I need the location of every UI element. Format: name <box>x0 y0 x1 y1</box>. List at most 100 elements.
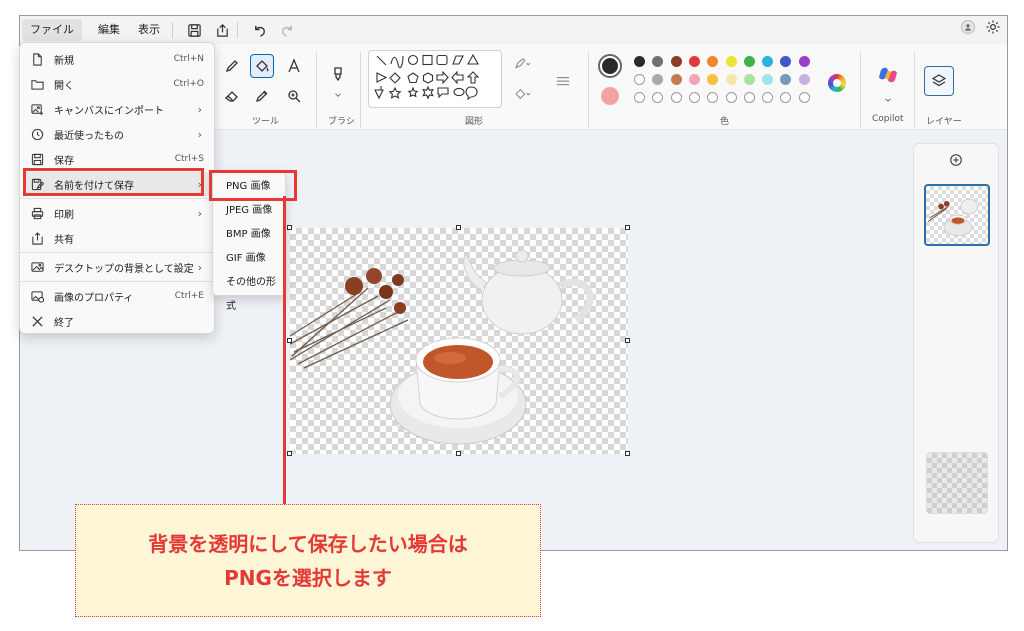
image-properties-icon <box>30 289 44 303</box>
fill-bucket-tool-icon[interactable] <box>250 54 274 78</box>
color-swatch[interactable] <box>670 56 682 67</box>
layers-button[interactable] <box>924 66 954 96</box>
file-menu-label: 印刷 <box>54 209 74 221</box>
color-swatch[interactable] <box>725 74 737 85</box>
custom-color-slot[interactable] <box>707 92 719 103</box>
color-swatch[interactable] <box>798 74 810 85</box>
secondary-color[interactable] <box>601 87 619 105</box>
file-menu-import[interactable]: キャンバスにインポート › <box>24 97 212 121</box>
custom-color-slot[interactable] <box>725 92 737 103</box>
custom-color-slot[interactable] <box>688 92 700 103</box>
color-swatch[interactable] <box>798 56 810 67</box>
custom-color-slot[interactable] <box>743 92 755 103</box>
file-menu-share[interactable]: 共有 <box>24 226 212 250</box>
color-swatch[interactable] <box>652 74 664 85</box>
quick-save-icon[interactable] <box>183 19 205 41</box>
file-menu-new[interactable]: 新規 Ctrl+N <box>24 47 212 71</box>
primary-color[interactable] <box>598 54 622 78</box>
color-swatch[interactable] <box>743 74 755 85</box>
resize-handle[interactable] <box>625 451 630 456</box>
copilot-icon[interactable] <box>877 64 899 86</box>
color-swatch[interactable] <box>688 74 700 85</box>
custom-color-slot[interactable] <box>670 92 682 103</box>
resize-handle[interactable] <box>456 451 461 456</box>
color-swatch[interactable] <box>762 74 774 85</box>
resize-handle[interactable] <box>625 225 630 230</box>
resize-handle[interactable] <box>625 338 630 343</box>
pencil-tool-icon[interactable] <box>220 54 244 78</box>
custom-color-slot[interactable] <box>652 92 664 103</box>
color-swatch[interactable] <box>652 56 664 67</box>
annotation-arrow-line <box>283 196 286 511</box>
menu-view[interactable]: 表示 <box>130 19 168 41</box>
color-swatch[interactable] <box>725 56 737 67</box>
add-layer-icon[interactable] <box>949 152 965 168</box>
resize-handle[interactable] <box>287 338 292 343</box>
custom-color-slot[interactable] <box>762 92 774 103</box>
menubar-right <box>961 19 1001 35</box>
quick-share-icon[interactable] <box>211 19 233 41</box>
custom-color-slot[interactable] <box>798 92 810 103</box>
redo-icon[interactable] <box>276 19 298 41</box>
ribbon-separator <box>588 52 589 128</box>
resize-handle[interactable] <box>456 225 461 230</box>
brush-icon[interactable] <box>326 62 350 86</box>
magnifier-tool-icon[interactable] <box>282 84 306 108</box>
file-menu-set-desktop[interactable]: デスクトップの背景として設定 › <box>24 255 212 279</box>
save-as-other-formats[interactable]: その他の形式 <box>217 271 285 312</box>
file-menu-label: 画像のプロパティ <box>54 292 134 304</box>
image-canvas[interactable] <box>287 225 630 456</box>
eraser-tool-icon[interactable] <box>220 84 244 108</box>
shapes-gallery[interactable] <box>368 50 502 108</box>
brush-dropdown-chevron-icon[interactable] <box>326 88 350 102</box>
color-swatch[interactable] <box>634 56 645 67</box>
print-icon <box>30 206 44 220</box>
save-as-jpeg[interactable]: JPEG 画像 <box>217 199 285 223</box>
custom-color-slot[interactable] <box>634 92 645 103</box>
text-tool-icon[interactable] <box>282 54 306 78</box>
shortcut-label: Ctrl+N <box>173 54 204 64</box>
file-menu-exit[interactable]: 終了 <box>24 309 212 333</box>
layer-thumbnail[interactable] <box>924 184 990 246</box>
file-menu-print[interactable]: 印刷 › <box>24 201 212 225</box>
edit-colors-icon[interactable] <box>828 74 846 92</box>
page: ファイル 編集 表示 ツール ブラシ 図形 色 Copilot レイヤー 新規 … <box>0 0 1024 631</box>
shape-outline-dropdown-icon[interactable] <box>508 52 538 76</box>
menu-separator <box>20 198 214 199</box>
color-swatch[interactable] <box>780 74 792 85</box>
color-swatch[interactable] <box>780 56 792 67</box>
layers-icon <box>931 74 947 87</box>
resize-handle[interactable] <box>287 225 292 230</box>
layers-panel <box>913 143 999 543</box>
resize-handle[interactable] <box>287 451 292 456</box>
ribbon-separator <box>316 52 317 128</box>
background-layer-thumbnail[interactable] <box>926 452 988 514</box>
undo-icon[interactable] <box>248 19 270 41</box>
menu-file[interactable]: ファイル <box>22 19 82 41</box>
file-menu-image-properties[interactable]: 画像のプロパティ Ctrl+E <box>24 284 212 308</box>
file-menu-open[interactable]: 開く Ctrl+O <box>24 72 212 96</box>
custom-color-slot[interactable] <box>780 92 792 103</box>
stroke-size-icon[interactable] <box>548 70 578 94</box>
menu-edit[interactable]: 編集 <box>90 19 128 41</box>
color-swatch[interactable] <box>707 56 719 67</box>
menubar-separator <box>172 22 173 38</box>
color-swatch[interactable] <box>670 74 682 85</box>
color-swatch[interactable] <box>743 56 755 67</box>
color-picker-tool-icon[interactable] <box>250 84 274 108</box>
ribbon-separator <box>360 52 361 128</box>
share-icon <box>30 231 44 245</box>
color-swatch[interactable] <box>688 56 700 67</box>
account-icon[interactable] <box>961 20 975 34</box>
save-as-gif[interactable]: GIF 画像 <box>217 247 285 271</box>
save-as-bmp[interactable]: BMP 画像 <box>217 223 285 247</box>
file-menu-recent[interactable]: 最近使ったもの › <box>24 122 212 146</box>
settings-gear-icon[interactable] <box>985 19 1001 35</box>
color-swatch[interactable] <box>634 74 645 85</box>
color-swatch[interactable] <box>762 56 774 67</box>
shape-fill-dropdown-icon[interactable] <box>508 82 538 106</box>
menu-separator <box>20 252 214 253</box>
copilot-dropdown-chevron-icon[interactable] <box>878 94 898 106</box>
color-swatch[interactable] <box>707 74 719 85</box>
file-menu-label: 新規 <box>54 55 74 67</box>
